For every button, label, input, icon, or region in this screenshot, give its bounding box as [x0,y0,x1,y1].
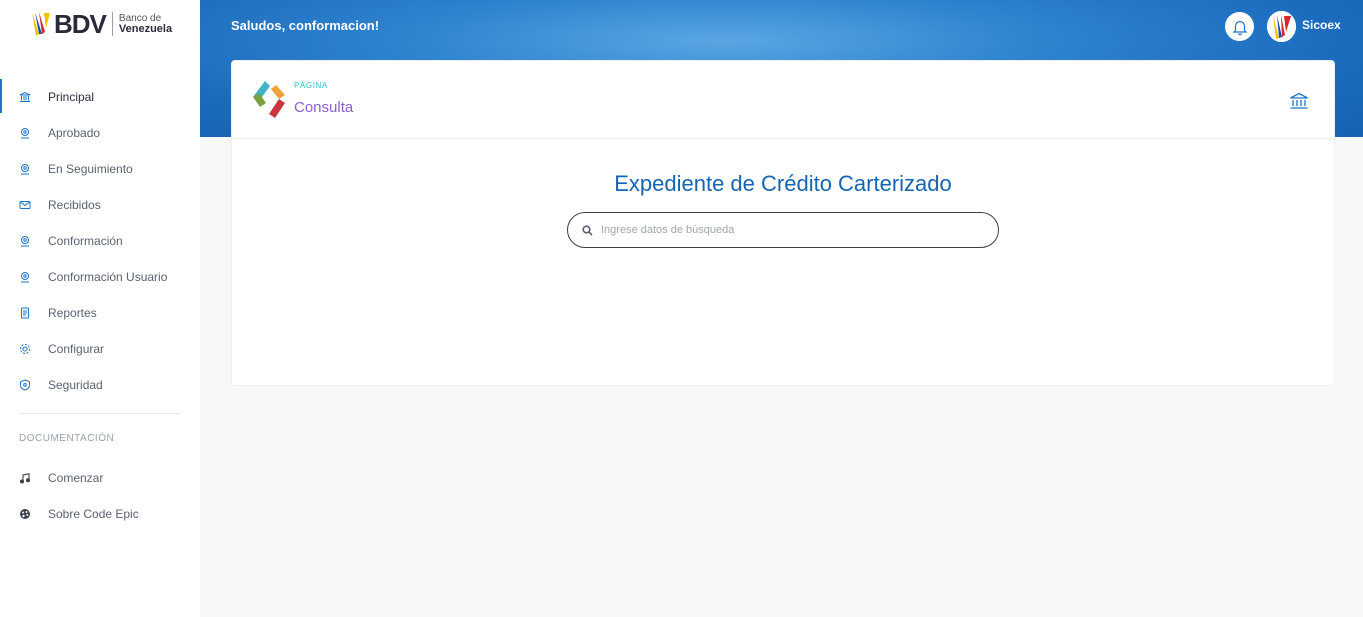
sidebar-divider [19,413,181,414]
music-note-icon [19,472,31,484]
sidebar-item-label: Sobre Code Epic [48,507,139,521]
location-pin-icon [19,163,31,175]
page-kicker: PÁGINA [294,81,328,90]
sidebar-item-seguridad[interactable]: Seguridad [0,367,200,403]
envelope-icon [19,199,31,211]
sidebar-item-label: Conformación Usuario [48,270,168,284]
sidebar-item-conformacion[interactable]: Conformación [0,223,200,259]
bank-icon[interactable] [1289,92,1309,110]
shield-icon [19,379,31,391]
sidebar-item-label: En Seguimiento [48,162,133,176]
location-pin-icon [19,271,31,283]
sidebar-item-label: Principal [48,90,95,104]
code-logo-icon [251,79,289,119]
brand-separator [111,12,113,36]
search-input[interactable] [601,224,981,236]
card-header: PÁGINA Consulta [232,61,1334,139]
greeting-text: Saludos, conformacion! [231,18,380,33]
sidebar-docs-nav: Comenzar Sobre Code Epic [0,460,200,532]
sidebar-item-label: Conformación [48,234,123,248]
sidebar-item-principal[interactable]: Principal [0,79,200,115]
search-icon [582,224,593,236]
sidebar: BDV Banco de Venezuela Principal Aprobad… [0,0,200,617]
sidebar-item-label: Comenzar [48,471,104,485]
palette-icon [19,508,31,520]
sidebar-item-label: Recibidos [48,198,101,212]
sidebar-item-label: Configurar [48,342,105,356]
sidebar-item-recibidos[interactable]: Recibidos [0,187,200,223]
brand-name: BDV [54,9,107,39]
venezuela-flag-icon [30,10,52,38]
brand-line2: Venezuela [118,23,173,35]
bank-icon [19,91,31,103]
page-title: Consulta [294,99,354,116]
document-icon [19,307,31,319]
username: Sicoex [1302,18,1341,32]
search-box[interactable] [567,212,999,248]
notifications-button[interactable] [1225,12,1254,41]
sidebar-section-title: DOCUMENTACIÓN [19,433,115,444]
main-title: Expediente de Crédito Carterizado [614,171,952,196]
sidebar-item-label: Seguridad [48,378,103,392]
sidebar-item-label: Aprobado [48,126,101,140]
location-pin-icon [19,127,31,139]
sidebar-item-label: Reportes [48,306,97,320]
sidebar-item-en-seguimiento[interactable]: En Seguimiento [0,151,200,187]
content-card: PÁGINA Consulta Expediente de Crédito Ca… [231,60,1335,386]
bell-icon [1231,18,1249,36]
sidebar-item-comenzar[interactable]: Comenzar [0,460,200,496]
brand-logo[interactable]: BDV Banco de Venezuela [30,8,175,40]
sidebar-nav: Principal Aprobado En Seguimiento Recibi… [0,79,200,403]
sidebar-item-configurar[interactable]: Configurar [0,331,200,367]
sidebar-item-sobre-code-epic[interactable]: Sobre Code Epic [0,496,200,532]
gear-icon [19,343,31,355]
sidebar-item-conformacion-usuario[interactable]: Conformación Usuario [0,259,200,295]
avatar-flag-icon [1267,11,1296,42]
sidebar-item-aprobado[interactable]: Aprobado [0,115,200,151]
brand-text: Banco de Venezuela [119,13,172,35]
sidebar-item-reportes[interactable]: Reportes [0,295,200,331]
location-pin-icon [19,235,31,247]
avatar[interactable] [1267,11,1296,42]
